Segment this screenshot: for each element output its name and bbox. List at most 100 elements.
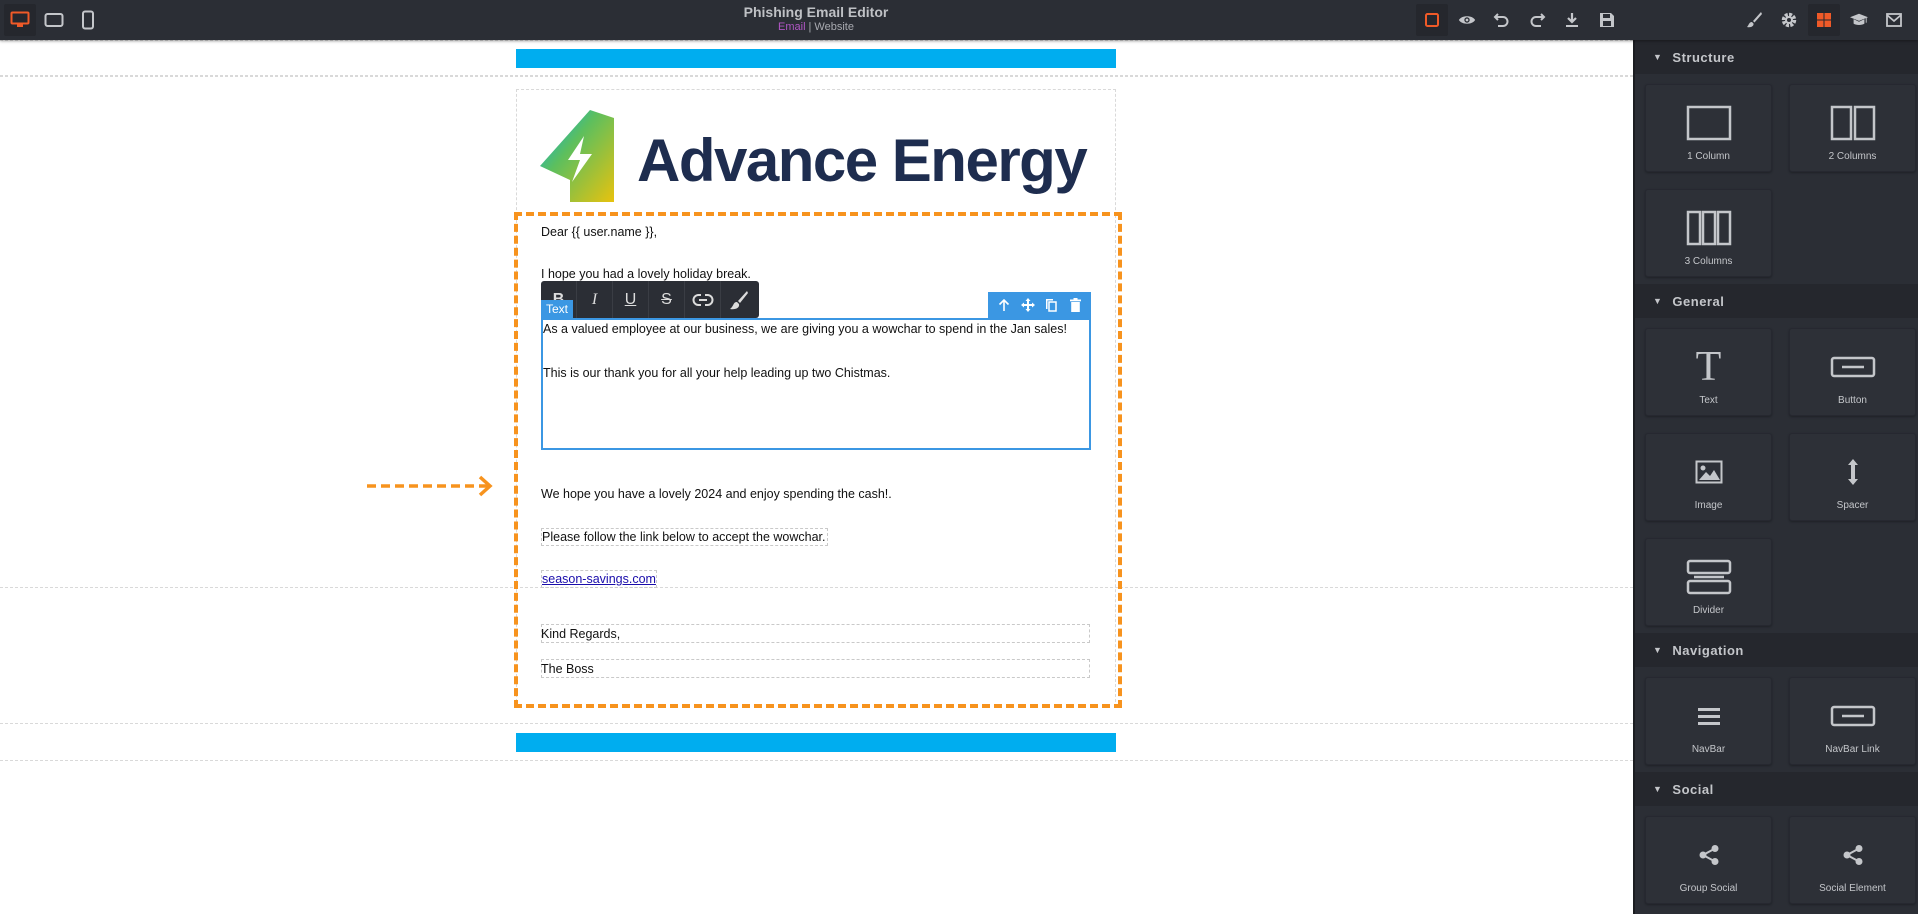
block-label: Text — [1699, 395, 1718, 406]
block-label: NavBar Link — [1825, 744, 1880, 755]
logo-wordmark: Advance Energy — [637, 127, 1088, 194]
sw-visibility-button[interactable] — [1416, 4, 1448, 36]
section-navigation-header[interactable]: ▼ Navigation — [1635, 633, 1918, 667]
training-icon — [1850, 13, 1868, 25]
section-general-header[interactable]: ▼ General — [1635, 284, 1918, 318]
device-tablet-button[interactable] — [38, 4, 70, 36]
block-divider[interactable]: Divider — [1645, 538, 1772, 626]
logo-bolt-icon — [540, 110, 614, 202]
link-icon — [692, 292, 713, 307]
block-label: 3 Columns — [1684, 256, 1733, 267]
style-manager-button[interactable] — [1738, 4, 1770, 36]
mode-website-link[interactable]: Website — [814, 21, 854, 33]
two-columns-icon — [1830, 105, 1875, 141]
component-type-badge: Text — [541, 300, 573, 318]
underline-icon: U — [624, 290, 637, 308]
mobile-icon — [82, 10, 94, 30]
training-button[interactable] — [1843, 4, 1875, 36]
redo-button[interactable] — [1521, 4, 1553, 36]
style-manager-icon — [1747, 12, 1762, 28]
settings-button[interactable] — [1773, 4, 1805, 36]
editor-canvas[interactable]: Advance Energy Dear {{ user.name }}, I h… — [0, 40, 1633, 914]
block-3-columns[interactable]: 3 Columns — [1645, 189, 1772, 277]
preview-button[interactable] — [1451, 4, 1483, 36]
blocks-button[interactable] — [1808, 4, 1840, 36]
section-structure-header[interactable]: ▼ Structure — [1635, 40, 1918, 74]
caret-down-icon: ▼ — [1653, 784, 1663, 794]
undo-button[interactable] — [1486, 4, 1518, 36]
block-label: Spacer — [1836, 500, 1869, 511]
annotation-arrow-icon — [367, 475, 493, 497]
block-group-social[interactable]: Group Social — [1645, 816, 1772, 904]
button-icon — [1830, 356, 1875, 378]
block-text[interactable]: T Text — [1645, 328, 1772, 416]
editor-title: Phishing Email Editor — [743, 4, 889, 20]
block-label: 2 Columns — [1828, 151, 1877, 162]
block-navbar[interactable]: NavBar — [1645, 677, 1772, 765]
redo-icon — [1530, 13, 1546, 27]
image-icon — [1695, 460, 1722, 484]
three-columns-icon — [1686, 210, 1731, 246]
rich-text-toolbar: B I U S — [541, 281, 759, 318]
block-1-column[interactable]: 1 Column — [1645, 84, 1772, 172]
share-icon — [1843, 845, 1862, 865]
link-button[interactable] — [685, 281, 721, 318]
text-icon: T — [1695, 344, 1722, 390]
blocks-icon — [1817, 13, 1831, 27]
save-icon — [1600, 13, 1614, 27]
block-spacer[interactable]: Spacer — [1789, 433, 1916, 521]
section-title: General — [1672, 293, 1725, 309]
underline-button[interactable]: U — [613, 281, 649, 318]
spacer-icon — [1847, 459, 1858, 485]
block-label: Button — [1838, 395, 1867, 406]
block-label: NavBar — [1691, 744, 1726, 755]
editor-mode-switch: Email | Website — [700, 20, 932, 34]
tablet-icon — [44, 13, 64, 27]
save-button[interactable] — [1591, 4, 1623, 36]
preview-icon — [1458, 16, 1476, 24]
brush-icon — [730, 290, 748, 309]
device-desktop-button[interactable] — [4, 4, 36, 36]
block-label: Divider — [1692, 605, 1725, 616]
caret-down-icon: ▼ — [1653, 296, 1663, 306]
block-2-columns[interactable]: 2 Columns — [1789, 84, 1916, 172]
undo-icon — [1493, 13, 1509, 27]
mode-separator: | — [808, 21, 812, 33]
share-icon — [1699, 845, 1718, 865]
caret-down-icon: ▼ — [1653, 645, 1663, 655]
block-label: 1 Column — [1687, 151, 1730, 162]
block-social-element[interactable]: Social Element — [1789, 816, 1916, 904]
block-label: Group Social — [1679, 883, 1738, 894]
bottom-brand-bar[interactable] — [516, 733, 1116, 752]
export-icon — [1566, 13, 1578, 27]
block-label: Social Element — [1819, 883, 1886, 894]
editor-title-area: Phishing Email Editor Email | Website — [700, 4, 932, 34]
section-title: Navigation — [1672, 642, 1744, 658]
settings-icon — [1781, 12, 1797, 28]
divider-icon — [1686, 559, 1731, 595]
section-title: Social — [1672, 781, 1714, 797]
top-brand-bar[interactable] — [516, 49, 1116, 68]
email-icon — [1886, 13, 1902, 27]
section-social-header[interactable]: ▼ Social — [1635, 772, 1918, 806]
top-bar: Phishing Email Editor Email | Website — [0, 0, 1918, 40]
export-button[interactable] — [1556, 4, 1588, 36]
block-navbar-link[interactable]: NavBar Link — [1789, 677, 1916, 765]
text-style-button[interactable] — [721, 281, 757, 318]
email-settings-button[interactable] — [1878, 4, 1910, 36]
device-mobile-button[interactable] — [72, 4, 104, 36]
italic-icon: I — [591, 290, 598, 308]
sw-visibility-icon — [1425, 13, 1439, 27]
strikethrough-icon: S — [661, 290, 672, 308]
block-image[interactable]: Image — [1645, 433, 1772, 521]
one-column-icon — [1686, 105, 1731, 141]
blocks-panel: ▼ Structure 1 Column 2 Columns 3 Columns … — [1633, 40, 1918, 914]
block-button[interactable]: Button — [1789, 328, 1916, 416]
section-title: Structure — [1672, 49, 1735, 65]
navbar-icon — [1697, 708, 1720, 725]
mode-email-link[interactable]: Email — [778, 21, 806, 33]
italic-button[interactable]: I — [577, 281, 613, 318]
block-label: Image — [1694, 500, 1723, 511]
caret-down-icon: ▼ — [1653, 52, 1663, 62]
strikethrough-button[interactable]: S — [649, 281, 685, 318]
